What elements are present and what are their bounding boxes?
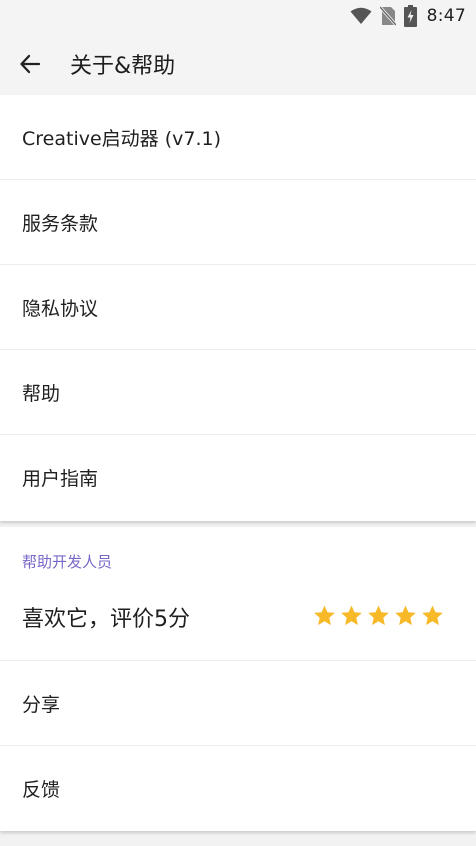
help-label: 帮助 <box>22 382 61 405</box>
star-icon[interactable] <box>394 604 417 627</box>
user-guide-item[interactable]: 用户指南 <box>0 435 476 520</box>
back-arrow-icon[interactable] <box>16 50 44 78</box>
feedback-item[interactable]: 反馈 <box>0 746 476 831</box>
feedback-label: 反馈 <box>22 779 61 801</box>
rate-label: 喜欢它，评价5分 <box>22 607 190 632</box>
page-title: 关于&帮助 <box>70 53 176 79</box>
section-header: 帮助开发人员 <box>22 553 113 571</box>
app-version-item[interactable]: Creative启动器 (v7.1) <box>0 95 476 180</box>
star-icon[interactable] <box>313 604 336 627</box>
star-icon[interactable] <box>367 604 390 627</box>
status-bar: 8:47 <box>0 0 476 32</box>
terms-of-service-label: 服务条款 <box>22 212 99 235</box>
star-icon[interactable] <box>421 604 444 627</box>
terms-of-service-item[interactable]: 服务条款 <box>0 180 476 265</box>
rate-app-item[interactable]: 喜欢它，评价5分 <box>0 574 476 661</box>
status-time: 8:47 <box>426 6 466 26</box>
toolbar: 关于&帮助 <box>0 32 476 95</box>
battery-charging-icon <box>403 5 417 27</box>
privacy-policy-label: 隐私协议 <box>22 297 99 320</box>
help-item[interactable]: 帮助 <box>0 350 476 435</box>
user-guide-label: 用户指南 <box>22 468 99 490</box>
app-version-label: Creative启动器 (v7.1) <box>22 127 221 150</box>
share-item[interactable]: 分享 <box>0 661 476 746</box>
share-label: 分享 <box>22 693 61 716</box>
no-sim-icon <box>379 6 396 26</box>
wifi-icon <box>350 7 372 25</box>
privacy-policy-item[interactable]: 隐私协议 <box>0 265 476 350</box>
support-card: 帮助开发人员 喜欢它，评价5分 分享 反馈 <box>0 527 476 831</box>
about-card: Creative启动器 (v7.1) 服务条款 隐私协议 帮助 用户指南 <box>0 95 476 521</box>
star-icon[interactable] <box>340 604 363 627</box>
star-rating[interactable] <box>313 604 444 627</box>
